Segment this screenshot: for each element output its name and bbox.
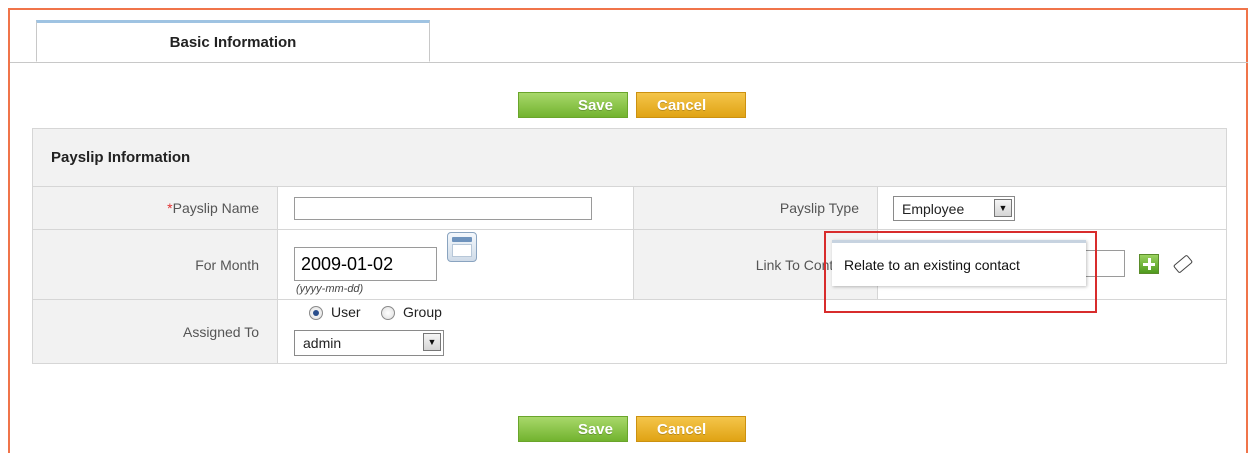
for-month-input[interactable] <box>294 247 437 281</box>
date-format-hint: (yyyy-mm-dd) <box>296 283 364 295</box>
assigned-user-selected: admin <box>303 335 342 351</box>
payslip-name-label-cell: * Payslip Name <box>33 187 277 229</box>
cancel-button-bottom[interactable]: Cancel <box>636 416 746 442</box>
tab-bar: Basic Information <box>10 20 1248 63</box>
payslip-name-label: Payslip Name <box>172 200 259 216</box>
plus-icon[interactable] <box>1139 254 1159 274</box>
radio-group[interactable] <box>381 306 395 320</box>
save-button-label: Save <box>577 96 613 114</box>
radio-group-label: Group <box>403 304 442 320</box>
for-month-value-cell: (yyyy-mm-dd) <box>277 230 633 299</box>
radio-user[interactable] <box>309 306 323 320</box>
cancel-button-label: Cancel <box>657 420 707 438</box>
payslip-type-selected: Employee <box>902 200 965 217</box>
assigned-to-label: Assigned To <box>182 323 259 340</box>
payslip-type-value-cell: Employee ▼ <box>877 187 1226 229</box>
assigned-to-label-cell: Assigned To <box>33 300 277 363</box>
cancel-button-top[interactable]: Cancel <box>636 92 746 118</box>
eraser-icon[interactable] <box>1172 254 1194 274</box>
highlight-box <box>824 231 1097 313</box>
radio-user-label: User <box>331 304 361 320</box>
payslip-name-input[interactable] <box>294 197 592 220</box>
tab-label: Basic Information <box>169 33 297 51</box>
cancel-button-label: Cancel <box>657 96 707 114</box>
save-button-top[interactable]: Save <box>518 92 628 118</box>
assigned-to-value-cell: User Group admin ▼ <box>277 300 633 363</box>
for-month-label-cell: For Month <box>33 230 277 299</box>
payslip-type-label: Payslip Type <box>779 200 859 216</box>
payslip-type-select[interactable]: Employee ▼ <box>893 196 1015 221</box>
save-button-label: Save <box>577 420 613 438</box>
payslip-name-value-cell <box>277 187 633 229</box>
column-divider <box>633 187 634 299</box>
assigned-user-select[interactable]: admin ▼ <box>294 330 444 356</box>
section-title: Payslip Information <box>33 129 1226 187</box>
chevron-down-icon: ▼ <box>994 199 1012 217</box>
chevron-down-icon: ▼ <box>423 333 441 351</box>
save-button-bottom[interactable]: Save <box>518 416 628 442</box>
calendar-icon[interactable] <box>447 232 477 262</box>
column-divider <box>277 187 278 363</box>
for-month-label: For Month <box>195 256 259 273</box>
tab-basic-information[interactable]: Basic Information <box>36 20 430 62</box>
payslip-type-label-cell: Payslip Type <box>633 187 877 229</box>
